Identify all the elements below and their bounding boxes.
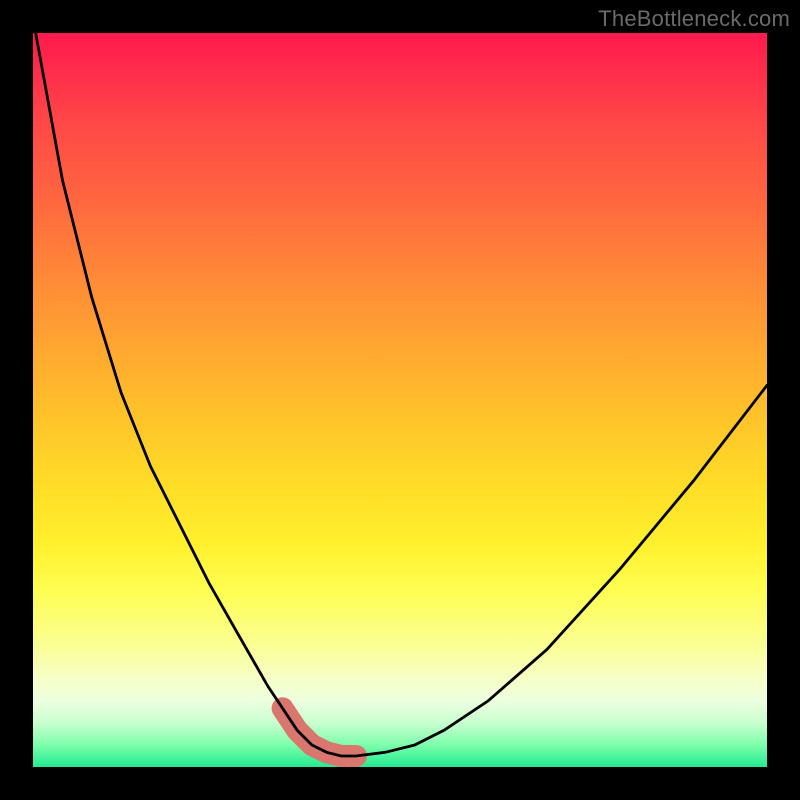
watermark-text: TheBottleneck.com: [598, 6, 790, 32]
chart-svg: [33, 33, 767, 767]
chart-curve-line: [33, 33, 767, 756]
chart-plot-area: [33, 33, 767, 767]
